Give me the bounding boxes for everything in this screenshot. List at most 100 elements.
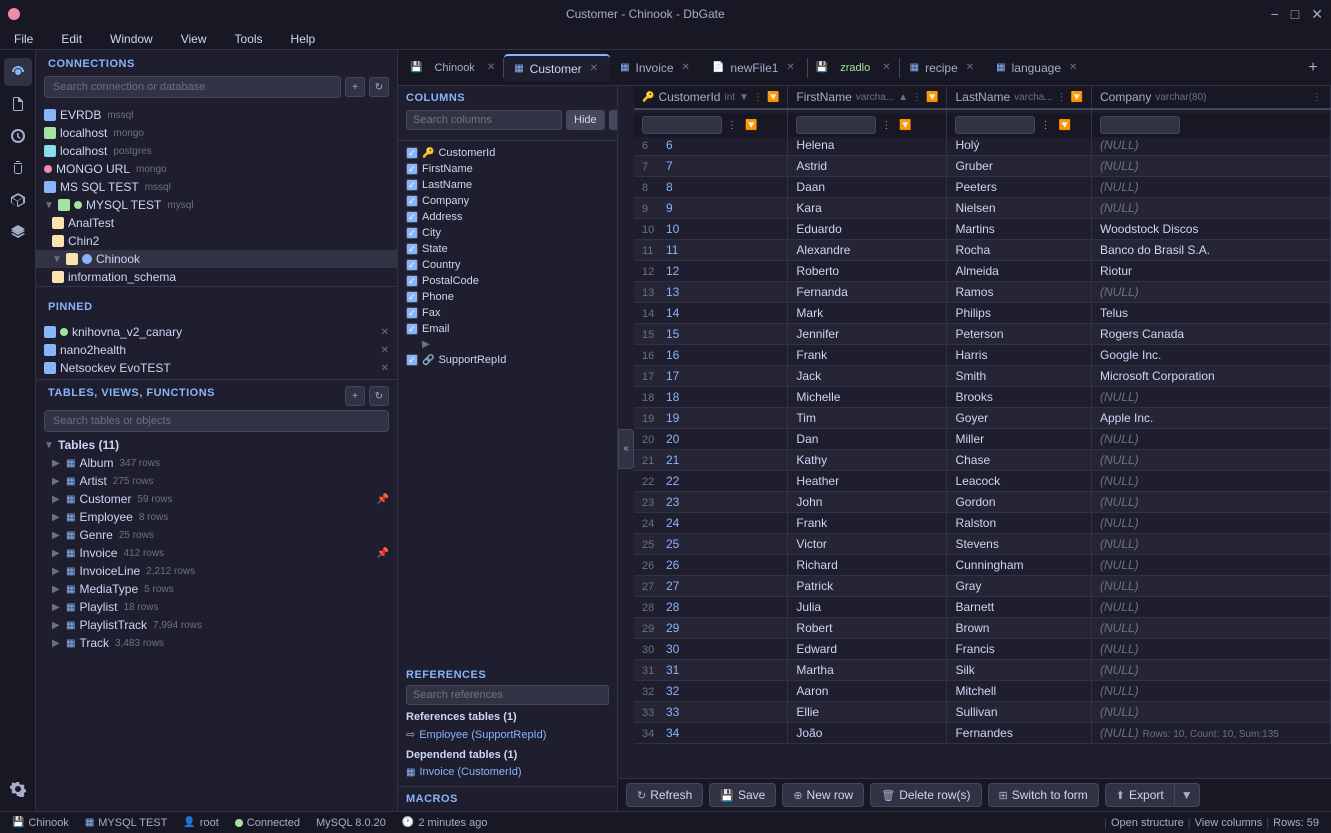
close-button[interactable]: [8, 8, 20, 20]
col-country[interactable]: ✓ Country: [398, 257, 617, 273]
col-phone[interactable]: ✓ Phone: [398, 289, 617, 305]
col-email[interactable]: ✓ Email: [398, 321, 617, 337]
col-checkbox[interactable]: ✓: [406, 147, 418, 159]
menu-window[interactable]: Window: [104, 30, 159, 48]
menu-icon[interactable]: ⋮: [1057, 92, 1067, 103]
export-button[interactable]: ⬆ Export: [1105, 783, 1175, 807]
tab-invoice[interactable]: ▦ Invoice ✕: [610, 55, 702, 81]
col-firstname[interactable]: ✓ FirstName: [398, 161, 617, 177]
grid-wrapper[interactable]: 🔑 CustomerId int ▼ ⋮ 🔽: [634, 86, 1331, 778]
show-button[interactable]: Show: [609, 110, 618, 130]
table-album[interactable]: ▶ ▦ Album 347 rows: [36, 454, 397, 472]
col-checkbox[interactable]: ✓: [406, 291, 418, 303]
menu-edit[interactable]: Edit: [55, 30, 88, 48]
conn-evrdb[interactable]: EVRDB mssql: [36, 106, 397, 124]
switch-form-button[interactable]: ⊞ Switch to form: [988, 783, 1099, 807]
th-company[interactable]: Company varchar(80) ⋮: [1091, 86, 1330, 109]
table-playlist[interactable]: ▶ ▦ Playlist 18 rows: [36, 598, 397, 616]
db-chin2[interactable]: Chin2: [36, 232, 397, 250]
filter-firstname[interactable]: [796, 116, 876, 134]
th-firstname[interactable]: FirstName varcha... ▲ ⋮ 🔽: [788, 86, 947, 109]
connections-refresh-btn[interactable]: ↻: [369, 77, 389, 97]
icon-settings[interactable]: [4, 775, 32, 803]
table-track[interactable]: ▶ ▦ Track 3,483 rows: [36, 634, 397, 652]
collapse-panel-button[interactable]: «: [618, 429, 634, 469]
tab-close-recipe[interactable]: ✕: [964, 62, 976, 73]
conn-mysql-test[interactable]: ▼ MYSQL TEST mysql: [36, 196, 397, 214]
col-checkbox[interactable]: ✓: [406, 307, 418, 319]
new-row-button[interactable]: ⊕ New row: [782, 783, 864, 807]
pinned-knjivovna[interactable]: knihovna_v2_canary ✕: [36, 323, 397, 341]
db-analtest[interactable]: AnalTest: [36, 214, 397, 232]
conn-mongo-url[interactable]: MONGO URL mongo: [36, 160, 397, 178]
tab-recipe[interactable]: ▦ recipe ✕: [900, 55, 987, 81]
tables-refresh-btn[interactable]: ↻: [369, 386, 389, 406]
col-checkbox[interactable]: ✓: [406, 275, 418, 287]
unpin-button[interactable]: ✕: [381, 327, 389, 338]
db-info-schema[interactable]: information_schema: [36, 268, 397, 286]
close-chinook-tab[interactable]: ✕: [487, 62, 495, 73]
filter-lastname[interactable]: [955, 116, 1035, 134]
filter-menu-customerid[interactable]: ⋮: [724, 119, 740, 132]
save-button[interactable]: 💾 Save: [709, 783, 776, 807]
menu-file[interactable]: File: [8, 30, 39, 48]
filter-active-firstname[interactable]: 🔽: [896, 119, 914, 132]
icon-file[interactable]: [4, 90, 32, 118]
menu-icon[interactable]: ⋮: [912, 92, 922, 103]
menu-tools[interactable]: Tools: [229, 30, 269, 48]
col-checkbox[interactable]: ✓: [406, 211, 418, 223]
tab-customer[interactable]: ▦ Customer ✕: [504, 54, 610, 82]
tab-language[interactable]: ▦ language ✕: [986, 55, 1089, 81]
icon-history[interactable]: [4, 122, 32, 150]
col-city[interactable]: ✓ City: [398, 225, 617, 241]
tables-group[interactable]: ▼ Tables (11): [36, 436, 397, 454]
th-customerid[interactable]: 🔑 CustomerId int ▼ ⋮ 🔽: [634, 86, 788, 109]
table-playlisttrack[interactable]: ▶ ▦ PlaylistTrack 7,994 rows: [36, 616, 397, 634]
icon-layers[interactable]: [4, 218, 32, 246]
references-search[interactable]: [406, 685, 609, 705]
new-tab-button[interactable]: +: [1299, 54, 1327, 82]
menu-icon[interactable]: ⋮: [753, 92, 763, 103]
tab-close-invoice[interactable]: ✕: [680, 62, 692, 73]
table-mediatype[interactable]: ▶ ▦ MediaType 5 rows: [36, 580, 397, 598]
table-genre[interactable]: ▶ ▦ Genre 25 rows: [36, 526, 397, 544]
filter-menu-lastname[interactable]: ⋮: [1037, 119, 1053, 132]
refresh-button[interactable]: ↻ Refresh: [626, 783, 703, 807]
th-lastname[interactable]: LastName varcha... ⋮ 🔽: [947, 86, 1092, 109]
unpin-button[interactable]: ✕: [381, 363, 389, 374]
tables-search-input[interactable]: [44, 410, 389, 432]
col-checkbox[interactable]: ✓: [406, 259, 418, 271]
filter-active-customerid[interactable]: 🔽: [742, 119, 760, 132]
close-zradlo-tab[interactable]: ✕: [882, 62, 890, 73]
col-customerid[interactable]: ✓ 🔑 CustomerId: [398, 145, 617, 161]
col-fax[interactable]: ✓ Fax: [398, 305, 617, 321]
db-chinook[interactable]: ▼ Chinook: [36, 250, 397, 268]
menu-help[interactable]: Help: [285, 30, 322, 48]
ref-employee-link[interactable]: ⇨ Employee (SupportRepId): [406, 726, 609, 743]
pinned-nano2health[interactable]: nano2health ✕: [36, 341, 397, 359]
col-postalcode[interactable]: ✓ PostalCode: [398, 273, 617, 289]
hide-button[interactable]: Hide: [566, 110, 605, 130]
table-invoiceline[interactable]: ▶ ▦ InvoiceLine 2,212 rows: [36, 562, 397, 580]
minimize-button[interactable]: −: [1271, 6, 1279, 23]
conn-mssql-test[interactable]: MS SQL TEST mssql: [36, 178, 397, 196]
col-checkbox[interactable]: ✓: [406, 179, 418, 191]
icon-package[interactable]: [4, 186, 32, 214]
col-lastname[interactable]: ✓ LastName: [398, 177, 617, 193]
filter-company[interactable]: [1100, 116, 1180, 134]
col-company[interactable]: ✓ Company: [398, 193, 617, 209]
table-employee[interactable]: ▶ ▦ Employee 8 rows: [36, 508, 397, 526]
columns-search-input[interactable]: [406, 110, 562, 130]
col-checkbox[interactable]: ✓: [406, 163, 418, 175]
tab-close-newfile1[interactable]: ✕: [784, 62, 796, 73]
col-checkbox[interactable]: ✓: [406, 354, 418, 366]
delete-row-button[interactable]: 🗑 Delete row(s): [870, 783, 981, 807]
unpin-button[interactable]: ✕: [381, 345, 389, 356]
menu-view[interactable]: View: [175, 30, 213, 48]
filter-customerid[interactable]: [642, 116, 722, 134]
conn-localhost-postgres[interactable]: localhost postgres: [36, 142, 397, 160]
icon-trash[interactable]: [4, 154, 32, 182]
filter-menu-firstname[interactable]: ⋮: [878, 119, 894, 132]
open-structure-btn[interactable]: Open structure: [1111, 817, 1184, 829]
filter-active-lastname[interactable]: 🔽: [1055, 119, 1073, 132]
